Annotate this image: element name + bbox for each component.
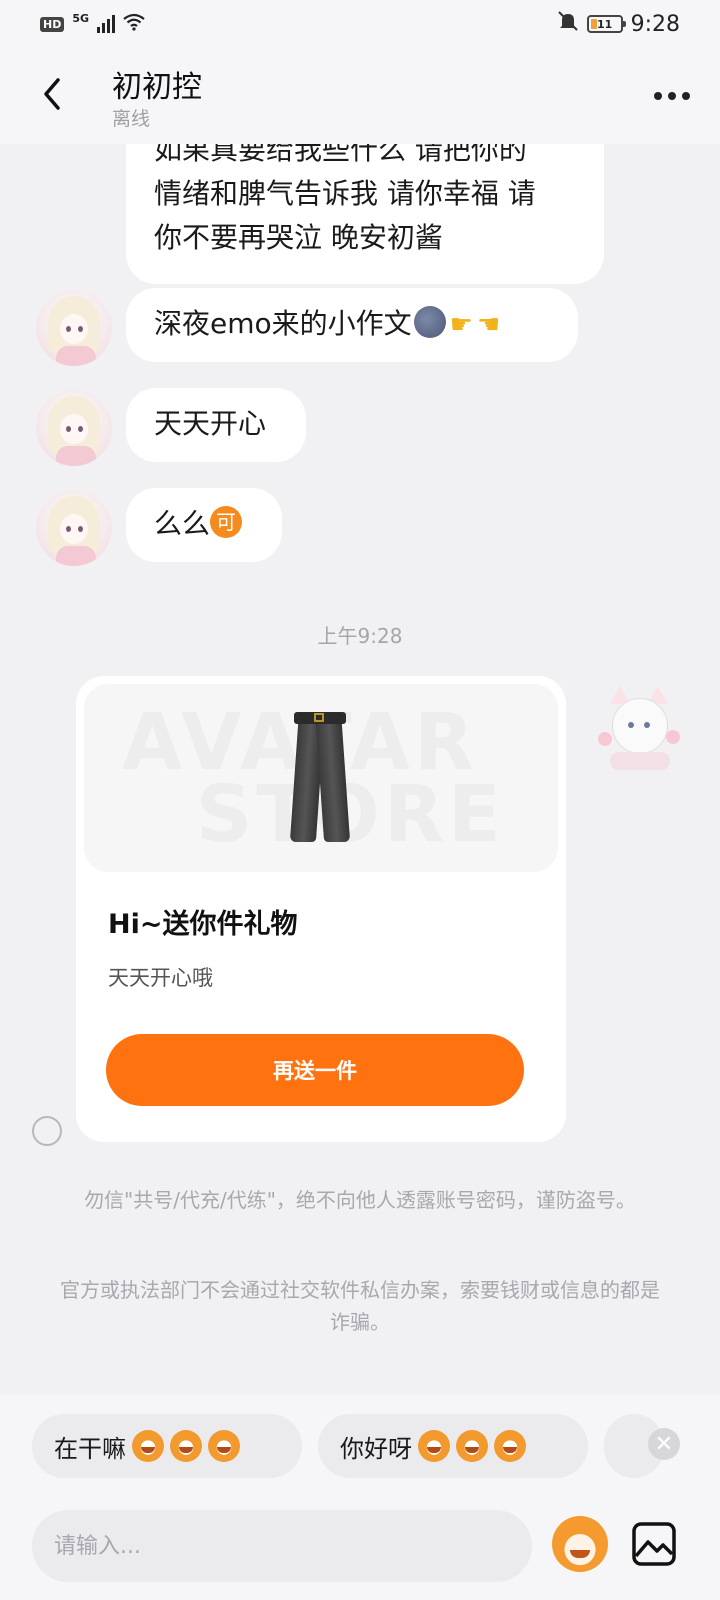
- wave-mascot-icon: [494, 1430, 526, 1462]
- more-options-icon[interactable]: [654, 92, 690, 100]
- network-type: 5G: [72, 11, 90, 25]
- message-bubble[interactable]: 如果真要给我些什么 请把你的 情绪和脾气告诉我 请你幸福 请 你不要再哭泣 晚安…: [126, 144, 604, 284]
- message-timestamp: 上午9:28: [317, 624, 403, 648]
- gift-title: Hi~送你件礼物: [108, 909, 298, 940]
- message-line: 如果真要给我些什么 请把你的: [154, 144, 527, 166]
- send-another-button[interactable]: 再送一件: [106, 1034, 524, 1106]
- chat-page: HD 5G 11 9:28 初初控 离线 如果真要给我些什么 请把你的 情绪和脾…: [0, 0, 720, 1600]
- contact-avatar[interactable]: [36, 490, 112, 566]
- message-bubble[interactable]: 深夜emo来的小作文 ☛ ☚: [126, 288, 578, 362]
- close-icon[interactable]: ✕: [648, 1428, 680, 1460]
- my-avatar[interactable]: [594, 682, 684, 772]
- security-notice: 勿信"共号/代充/代练"，绝不向他人透露账号密码，谨防盗号。: [84, 1188, 636, 1212]
- gift-subtitle: 天天开心哦: [108, 966, 213, 990]
- fraud-notice: 官方或执法部门不会通过社交软件私信办案，索要钱财或信息的都是诈骗。: [60, 1278, 660, 1334]
- battery-level: 11: [596, 17, 613, 31]
- select-message-radio[interactable]: [32, 1116, 62, 1146]
- ke-emoji-icon: 可: [210, 506, 243, 538]
- status-bar: HD 5G 11 9:28: [0, 0, 720, 48]
- image-icon[interactable]: [628, 1518, 680, 1570]
- contact-name: 初初控: [112, 70, 202, 105]
- status-right: 11 9:28: [557, 10, 680, 38]
- back-icon[interactable]: [38, 74, 68, 114]
- message-text: 么么: [154, 507, 211, 540]
- wifi-icon: [123, 13, 145, 36]
- battery-icon: 11: [586, 15, 626, 33]
- grin-mascot-icon: [132, 1430, 164, 1462]
- chat-header: 初初控 离线: [0, 48, 720, 144]
- pointing-hand-right-icon: ☛: [449, 310, 473, 340]
- quick-reply-label: 你好呀: [340, 1434, 412, 1463]
- message-text: 天天开心: [154, 407, 267, 440]
- quick-reply-bar: 在干嘛 你好呀 ✕: [0, 1394, 720, 1500]
- contact-avatar[interactable]: [36, 390, 112, 466]
- message-text: 深夜emo来的小作文: [154, 307, 412, 340]
- pointing-hand-left-icon: ☚: [476, 310, 501, 340]
- quick-reply-label: 在干嘛: [54, 1434, 126, 1463]
- message-bubble[interactable]: 天天开心: [126, 388, 306, 462]
- message-list[interactable]: 如果真要给我些什么 请把你的 情绪和脾气告诉我 请你幸福 请 你不要再哭泣 晚安…: [0, 144, 720, 1394]
- message-bubble[interactable]: 么么可: [126, 488, 282, 562]
- pants-item-icon: [289, 712, 351, 842]
- input-bar: [0, 1500, 720, 1600]
- contact-status: 离线: [112, 108, 151, 130]
- quick-reply-chip[interactable]: 你好呀: [318, 1414, 588, 1478]
- sticker-mascot-icon[interactable]: [552, 1516, 608, 1572]
- moon-emoji-icon: [413, 306, 446, 338]
- gift-image: AVATAR STORE: [84, 684, 558, 872]
- grin-mascot-icon: [208, 1430, 240, 1462]
- contact-avatar[interactable]: [36, 290, 112, 366]
- wave-mascot-icon: [456, 1430, 488, 1462]
- watermark-text: STORE: [196, 770, 505, 860]
- message-line: 情绪和脾气告诉我 请你幸福 请: [154, 177, 536, 210]
- clock: 9:28: [630, 11, 680, 37]
- gift-card[interactable]: AVATAR STORE Hi~送你件礼物 天天开心哦 再送一件: [76, 676, 566, 1142]
- signal-icon: [97, 15, 116, 33]
- message-line: 你不要再哭泣 晚安初酱: [154, 221, 443, 254]
- quick-reply-chip[interactable]: 在干嘛: [32, 1414, 302, 1478]
- grin-mascot-icon: [170, 1430, 202, 1462]
- mute-bell-icon: [557, 10, 579, 38]
- message-input[interactable]: [32, 1510, 532, 1582]
- status-left: HD 5G: [40, 11, 145, 36]
- wave-mascot-icon: [418, 1430, 450, 1462]
- hd-badge: HD: [40, 16, 65, 32]
